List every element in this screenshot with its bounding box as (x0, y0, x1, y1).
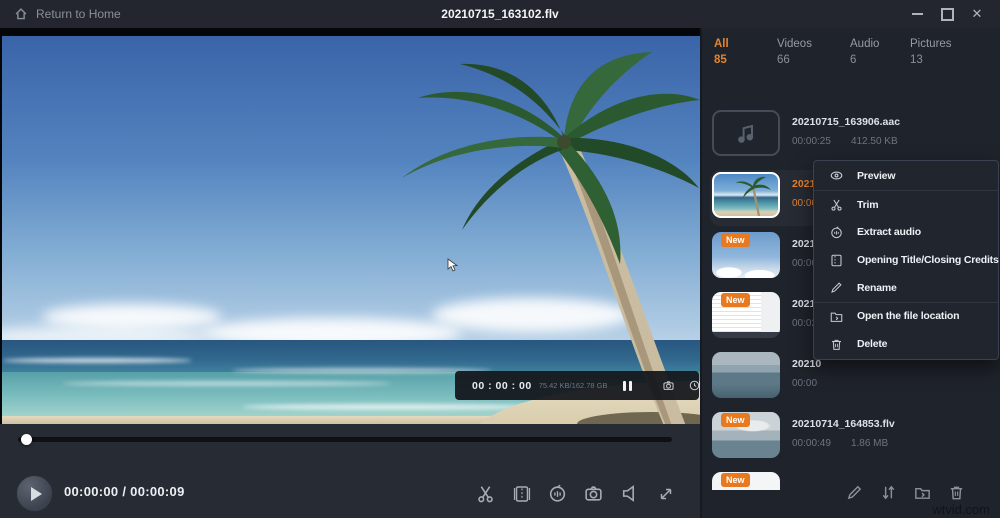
tab-pictures[interactable]: Pictures 13 (910, 38, 952, 66)
tab-videos[interactable]: Videos 66 (777, 38, 812, 66)
credits-icon (829, 253, 844, 268)
context-menu: Preview Trim Extract audio Opening Title… (813, 160, 999, 360)
new-badge: New (721, 413, 750, 427)
tab-all[interactable]: All 85 (714, 38, 729, 66)
audio-thumbnail[interactable] (712, 110, 780, 156)
window-controls: ✕ (902, 0, 992, 28)
recorder-app-window: Return to Home 20210715_163102.flv ✕ (0, 0, 1000, 518)
window-title: 20210715_163102.flv (441, 0, 558, 28)
play-icon (31, 487, 42, 501)
new-badge: New (721, 293, 750, 307)
trim-button[interactable] (474, 482, 497, 505)
cursor-in-video (447, 258, 458, 272)
video-thumbnail[interactable] (712, 352, 780, 398)
recording-toolbar-in-video: 00 : 00 : 00 75.42 KB/162.78 GB (455, 371, 699, 400)
player-controls-bar: 00:00:00 / 00:00:09 (0, 424, 700, 518)
music-note-icon (734, 121, 758, 145)
menu-item-credits[interactable]: Opening Title/Closing Credits (814, 246, 998, 274)
return-home-button[interactable]: Return to Home (14, 0, 121, 28)
pencil-icon (829, 280, 844, 295)
progress-bar[interactable] (18, 437, 672, 442)
mini-palm (714, 174, 780, 218)
video-frame-beach: 00 : 00 : 00 75.42 KB/162.78 GB (2, 36, 700, 424)
time-display: 00:00:00 / 00:00:09 (64, 484, 185, 499)
video-thumbnail[interactable] (712, 172, 780, 218)
extract-audio-button[interactable] (546, 482, 569, 505)
list-item[interactable]: 20210715_163906.aac 00:00:25412.50 KB (710, 108, 996, 164)
scissors-icon (829, 197, 844, 212)
menu-item-preview[interactable]: Preview (814, 162, 998, 191)
screenshot-icon (662, 379, 675, 392)
palm-tree (2, 36, 700, 424)
close-button[interactable]: ✕ (962, 0, 992, 28)
minimize-icon (912, 13, 923, 15)
library-actions (844, 482, 967, 503)
new-badge: New (721, 473, 750, 487)
watermark: wtvid.com (932, 502, 990, 517)
delete-button[interactable] (946, 482, 967, 503)
sort-button[interactable] (878, 482, 899, 503)
menu-item-trim[interactable]: Trim (814, 191, 998, 219)
player-tools (474, 482, 677, 505)
minimize-button[interactable] (902, 0, 932, 28)
close-icon: ✕ (972, 6, 983, 22)
play-button[interactable] (16, 475, 53, 512)
extract-audio-icon (829, 225, 844, 240)
fullscreen-button[interactable] (654, 482, 677, 505)
folder-open-icon (829, 309, 844, 324)
tab-audio[interactable]: Audio 6 (850, 38, 879, 66)
rename-button[interactable] (844, 482, 865, 503)
new-badge: New (721, 233, 750, 247)
open-file-location-button[interactable] (912, 482, 933, 503)
credits-button[interactable] (510, 482, 533, 505)
menu-item-extract-audio[interactable]: Extract audio (814, 218, 998, 246)
maximize-button[interactable] (932, 0, 962, 28)
recording-storage: 75.42 KB/162.78 GB (539, 381, 608, 390)
menu-item-delete[interactable]: Delete (814, 330, 998, 358)
video-preview[interactable]: 00 : 00 : 00 75.42 KB/162.78 GB (0, 28, 700, 424)
pause-icon (623, 381, 632, 391)
maximize-icon (941, 8, 954, 21)
menu-item-rename[interactable]: Rename (814, 274, 998, 303)
eye-icon (829, 168, 844, 183)
return-home-label: Return to Home (36, 7, 121, 21)
snapshot-button[interactable] (582, 482, 605, 505)
timer-clock-icon (688, 379, 700, 392)
progress-handle[interactable] (21, 434, 32, 445)
home-icon (14, 7, 28, 21)
list-item[interactable]: New 20210714_164853.flv 00:00:491.86 MB (710, 410, 996, 466)
trash-icon (829, 337, 844, 352)
recording-timer: 00 : 00 : 00 (472, 380, 532, 392)
volume-button[interactable] (618, 482, 641, 505)
menu-item-open-location[interactable]: Open the file location (814, 303, 998, 331)
titlebar: Return to Home 20210715_163102.flv ✕ (0, 0, 1000, 28)
